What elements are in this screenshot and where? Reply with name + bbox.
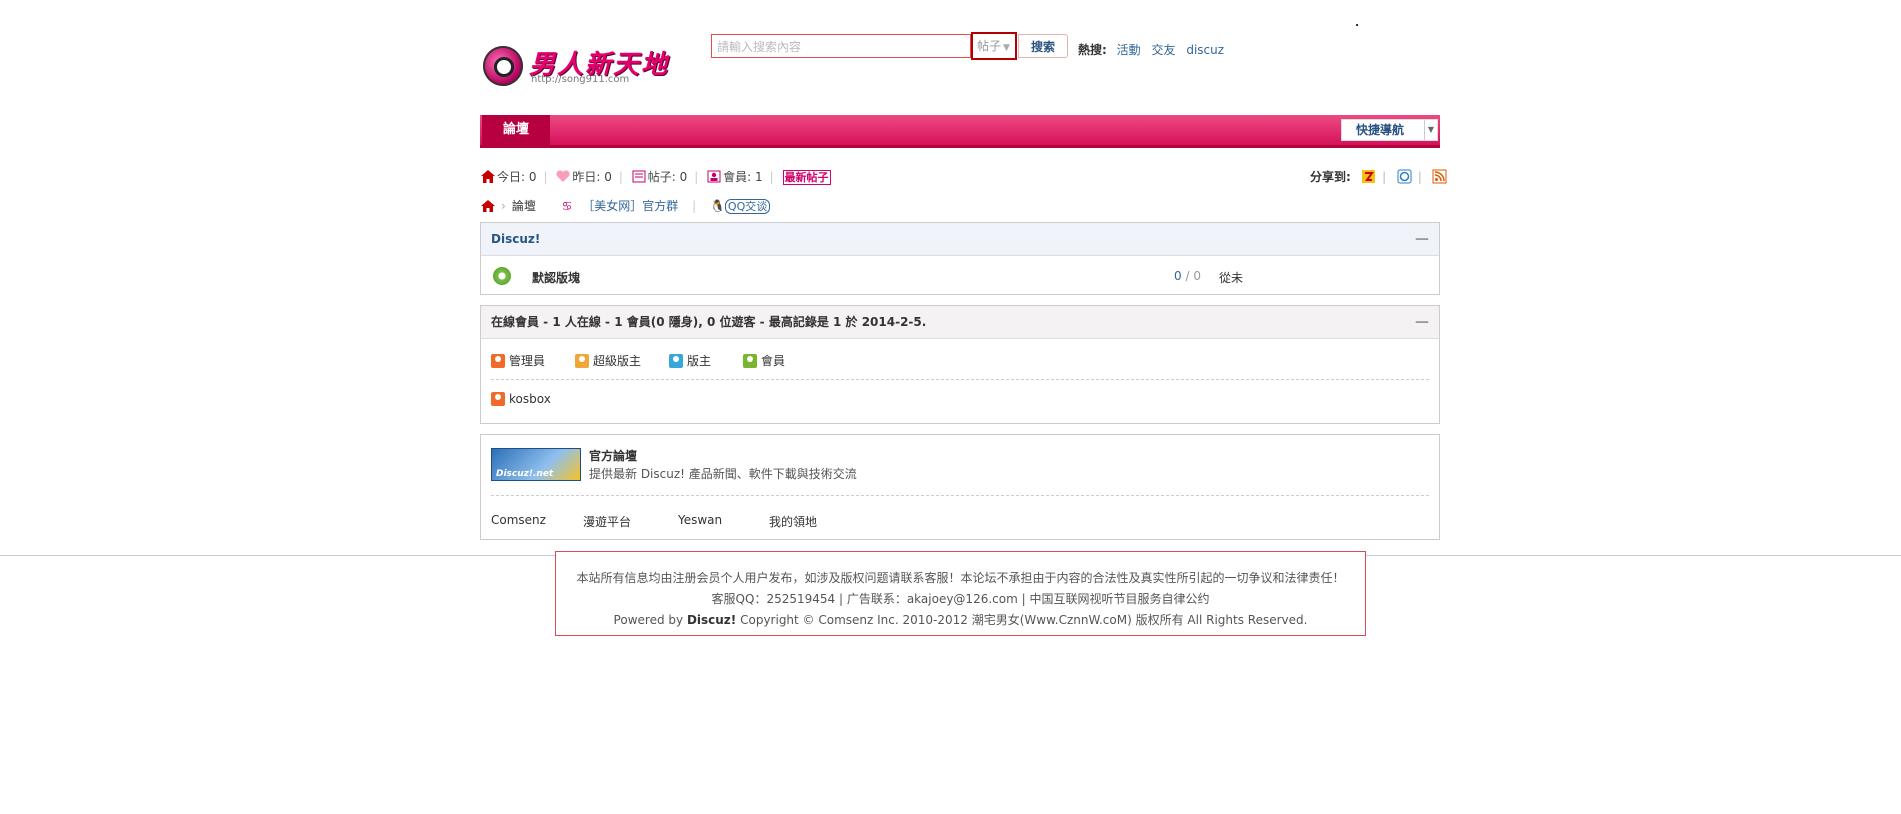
online-legend: 管理員 超級版主 版主 會員 — [491, 339, 1429, 380]
group-icon: ♋ — [561, 199, 573, 213]
legend-mod-label: 版主 — [687, 354, 712, 368]
forum-status-icon — [493, 267, 511, 285]
search-type-select[interactable]: 帖子 ▼ — [971, 32, 1017, 60]
forum-stats: 今日: 0 | 昨日: 0 | 帖子: 0 | 會員: 1 | 最新帖子 — [481, 168, 831, 185]
link-manyou[interactable]: 漫遊平台 — [583, 513, 631, 530]
online-members: 在線會員 - 1 人在線 - 1 會員(0 隱身), 0 位遊客 - 最高記錄是… — [480, 305, 1440, 424]
online-title: 在線會員 - 1 人在線 - 1 會員(0 隱身), 0 位遊客 - 最高記錄是… — [491, 315, 927, 329]
share-bar: 分享到: | | — [1310, 168, 1453, 185]
search-bar: 請輸入搜索內容 帖子 ▼ 搜索 — [711, 32, 1069, 62]
friend-links: Discuz!.net 官方論壇 提供最新 Discuz! 產品新聞、軟件下載與… — [480, 434, 1440, 540]
qq-icon: 🐧 — [709, 199, 725, 213]
main-nav: 論壇 快捷導航 ▼ — [480, 115, 1440, 148]
nav-tab-forum[interactable]: 論壇 — [482, 115, 550, 145]
logo-url: http://song911.com — [531, 74, 630, 85]
qq-chat-link[interactable]: QQ交谈 — [724, 199, 771, 214]
legend-admin: 管理員 — [491, 352, 545, 369]
breadcrumb: › 論壇 ♋ ［美女网］官方群 | 🐧 QQ交谈 — [481, 197, 771, 214]
site-logo[interactable]: 男人新天地 http://song911.com — [483, 42, 673, 90]
thread-count: 0 — [1174, 269, 1182, 283]
official-group-link[interactable]: ［美女网］官方群 — [582, 199, 678, 213]
legend-mod: 版主 — [669, 352, 711, 369]
decorative-dot — [1356, 24, 1358, 26]
hot-search: 熱搜: 活動 交友 discuz — [1078, 41, 1231, 58]
share-label: 分享到: — [1310, 170, 1351, 184]
hot-link-activity[interactable]: 活動 — [1117, 43, 1141, 57]
collapse-icon[interactable]: — — [1415, 306, 1429, 338]
link-comsenz[interactable]: Comsenz — [491, 513, 546, 527]
official-forum-link[interactable]: 官方論壇 — [589, 447, 637, 464]
moderator-icon — [669, 354, 683, 368]
legend-super-mod-label: 超級版主 — [593, 354, 642, 368]
quick-nav-label: 快捷導航 — [1356, 123, 1405, 137]
logo-icon — [483, 46, 523, 86]
super-moderator-icon — [575, 354, 589, 368]
hot-link-discuz[interactable]: discuz — [1186, 43, 1224, 57]
footer-disclaimer: 本站所有信息均由注册会员个人用户发布，如涉及版权问题请联系客服！本论坛不承担由于… — [576, 571, 1345, 585]
forum-category: Discuz! — 默認版塊 0 / 0 從未 — [480, 222, 1440, 295]
forum-name-link[interactable]: 默認版塊 — [532, 269, 580, 286]
home-icon — [481, 170, 495, 183]
stat-today: 今日: 0 — [497, 170, 537, 184]
quick-nav-button[interactable]: 快捷導航 ▼ — [1341, 119, 1438, 141]
forum-counts: 0 / 0 — [1174, 269, 1201, 283]
discuz-link[interactable]: Discuz! — [687, 613, 736, 627]
link-yeswan[interactable]: Yeswan — [678, 513, 722, 527]
forum-row: 默認版塊 0 / 0 從未 — [481, 256, 1439, 296]
footer-copyright-line: Powered by Discuz! Copyright © Comsenz I… — [556, 610, 1365, 631]
member-icon — [707, 170, 721, 183]
link-my-territory[interactable]: 我的領地 — [769, 513, 817, 530]
heart-icon — [556, 170, 570, 182]
admin-icon — [491, 392, 505, 406]
home-icon[interactable] — [481, 200, 495, 212]
legend-admin-label: 管理員 — [509, 354, 546, 368]
search-button[interactable]: 搜索 — [1018, 34, 1068, 58]
footer-contact: 客服QQ：252519454 | 广告联系：akajoey@126.com | … — [711, 592, 1210, 606]
last-post: 從未 — [1219, 271, 1244, 285]
powered-by: Powered by — [613, 613, 684, 627]
legend-member-label: 會員 — [761, 354, 786, 368]
stat-posts: 帖子: 0 — [647, 170, 688, 184]
breadcrumb-current: 論壇 — [511, 199, 536, 213]
footer: 本站所有信息均由注册会员个人用户发布，如涉及版权问题请联系客服！本论坛不承担由于… — [555, 551, 1366, 636]
stat-yesterday: 昨日: 0 — [572, 170, 612, 184]
discuz-logo-text: Discuz!.net — [496, 469, 554, 479]
breadcrumb-separator: › — [501, 199, 506, 213]
qzone-share-icon[interactable] — [1361, 169, 1376, 184]
divider — [491, 495, 1429, 496]
discuz-logo-link[interactable]: Discuz!.net — [491, 448, 581, 481]
admin-icon — [491, 354, 505, 368]
legend-super-mod: 超級版主 — [575, 352, 641, 369]
legend-member: 會員 — [743, 352, 785, 369]
hot-search-label: 熱搜: — [1078, 43, 1107, 57]
stat-members: 會員: 1 — [723, 170, 763, 184]
pengyou-share-icon[interactable] — [1397, 169, 1412, 184]
chevron-down-icon: ▼ — [1424, 120, 1437, 140]
posts-icon — [632, 170, 646, 183]
hot-link-dating[interactable]: 交友 — [1151, 43, 1175, 57]
chevron-down-icon: ▼ — [1003, 43, 1010, 53]
member-icon — [743, 354, 757, 368]
search-type-label: 帖子 — [977, 39, 1002, 53]
post-count: 0 — [1193, 269, 1201, 283]
collapse-icon[interactable]: — — [1415, 223, 1429, 255]
online-header: 在線會員 - 1 人在線 - 1 會員(0 隱身), 0 位遊客 - 最高記錄是… — [481, 306, 1439, 339]
online-user-link[interactable]: kosbox — [509, 392, 551, 406]
category-header: Discuz! — — [481, 223, 1439, 256]
copyright: Copyright © Comsenz Inc. 2010-2012 潮宅男女(… — [740, 613, 1308, 627]
new-posts-link[interactable]: 最新帖子 — [782, 170, 831, 185]
search-input[interactable]: 請輸入搜索內容 — [711, 34, 971, 58]
category-title[interactable]: Discuz! — [491, 232, 540, 246]
rss-share-icon[interactable] — [1432, 169, 1447, 184]
online-user: kosbox — [491, 392, 551, 406]
official-forum-desc: 提供最新 Discuz! 產品新聞、軟件下載與技術交流 — [589, 467, 857, 481]
